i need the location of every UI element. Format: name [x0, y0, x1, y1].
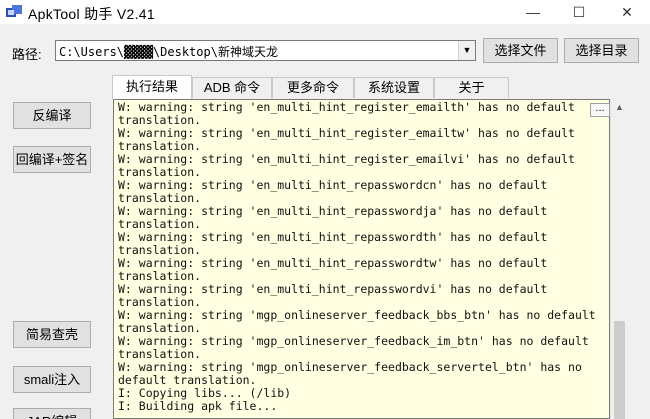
output-log[interactable]: W: warning: string 'en_multi_hint_regist…	[113, 99, 610, 419]
apktool-app-icon	[6, 5, 22, 17]
title-bar: ApkTool 助手 V2.41 — ☐ ✕	[0, 0, 650, 24]
path-combobox[interactable]: C:\Users\▓▓▓▓\Desktop\新神域天龙 ▼	[55, 40, 476, 61]
minimize-button[interactable]: —	[510, 0, 556, 24]
tab-more-commands[interactable]: 更多命令	[272, 77, 354, 98]
close-button[interactable]: ✕	[604, 0, 650, 24]
tab-adb-commands[interactable]: ADB 命令	[192, 77, 272, 98]
decompile-button[interactable]: 反编译	[13, 102, 91, 129]
output-lines: W: warning: string 'en_multi_hint_regist…	[118, 101, 596, 413]
scroll-up-arrow-icon[interactable]: ▲	[611, 99, 628, 116]
vertical-scrollbar[interactable]: ▲	[610, 99, 627, 419]
choose-file-button[interactable]: 选择文件	[483, 38, 558, 63]
path-value: C:\Users\▓▓▓▓\Desktop\新神域天龙	[59, 45, 278, 59]
chevron-down-icon[interactable]: ▼	[458, 41, 475, 60]
choose-directory-button[interactable]: 选择目录	[564, 38, 639, 63]
jar-edit-button[interactable]: JAR编辑	[13, 408, 91, 419]
simple-shell-check-button[interactable]: 简易查壳	[13, 321, 91, 348]
tab-execution-result[interactable]: 执行结果	[112, 75, 192, 99]
window-title: ApkTool 助手 V2.41	[28, 6, 155, 22]
scrollbar-thumb[interactable]	[614, 321, 625, 419]
tab-about[interactable]: 关于	[434, 77, 509, 98]
output-line: I: Building apk file...	[118, 399, 278, 413]
recompile-sign-button[interactable]: 回编译+签名	[13, 146, 91, 173]
main-window: 路径: C:\Users\▓▓▓▓\Desktop\新神域天龙 ▼ 选择文件 选…	[0, 24, 650, 419]
tab-system-settings[interactable]: 系统设置	[354, 77, 434, 98]
maximize-button[interactable]: ☐	[556, 0, 602, 24]
ellipsis-button[interactable]: ...	[590, 103, 610, 117]
smali-inject-button[interactable]: smali注入	[13, 366, 91, 393]
path-label: 路径:	[12, 47, 42, 62]
